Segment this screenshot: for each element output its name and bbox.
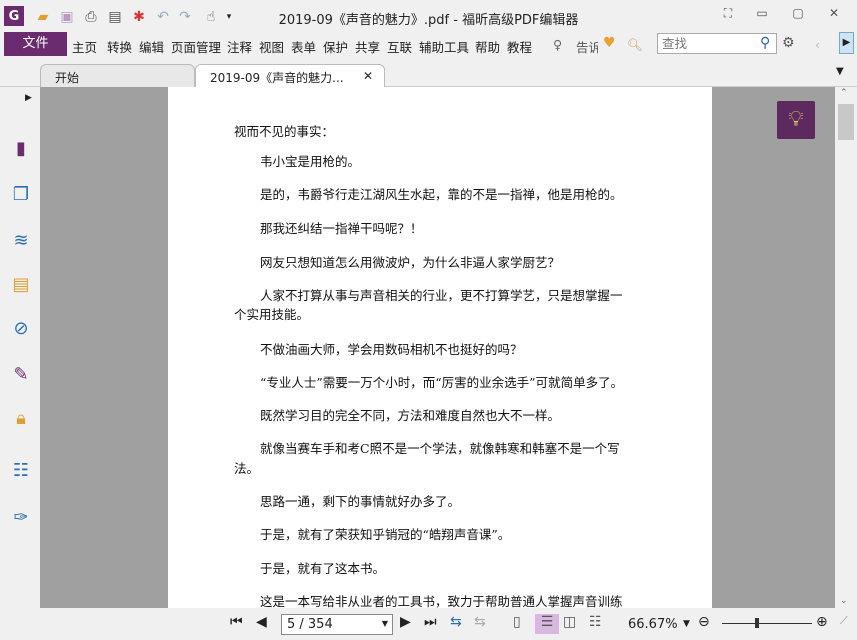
document-paragraph-line: 既然学习目的完全不同，方法和难度自然也大不一样。 <box>260 408 561 423</box>
ribbon-scroll-left-icon[interactable]: ‹ <box>815 37 820 52</box>
document-paragraph-line: 人家不打算从事与声音相关的行业，更不打算学艺，只是想掌握一 <box>260 288 623 303</box>
document-paragraph-line: 那我还纠结一指禅干吗呢？！ <box>260 221 423 236</box>
document-paragraph-line: 于是，就有了这本书。 <box>260 561 386 576</box>
last-page-icon[interactable]: ⏭ <box>424 614 437 634</box>
zoom-level[interactable]: 66.67% <box>628 617 678 632</box>
tab-document-label: 2019-09《声音的魅力... <box>210 71 344 85</box>
menu-page-organize[interactable]: 页面管理 <box>171 37 221 56</box>
page-thumbnails-icon[interactable]: ▮ <box>9 138 33 162</box>
menu-comment[interactable]: 注释 <box>227 37 252 56</box>
zoom-dropdown-icon[interactable]: ▼ <box>683 619 690 639</box>
document-paragraph-line: 思路一通，剩下的事情就好办多了。 <box>260 494 461 509</box>
menu-edit[interactable]: 编辑 <box>139 37 164 56</box>
lightbulb-icon[interactable]: ♀ <box>553 37 562 52</box>
expand-panel-icon[interactable]: ▶ <box>25 93 32 103</box>
close-tab-icon[interactable]: ✕ <box>363 69 373 83</box>
tab-document[interactable]: 2019-09《声音的魅力... <box>195 64 385 87</box>
customize-dropdown-icon[interactable]: ▾ <box>220 8 238 26</box>
settings-gear-icon[interactable]: ⚙ <box>782 35 795 51</box>
page-number-input[interactable]: 5 / 354 ▼ <box>281 614 393 635</box>
document-paragraph-line: 是的，韦爵爷行走江湖风生水起，靠的不是一指禅，他是用枪的。 <box>260 187 623 202</box>
menu-accessibility[interactable]: 辅助工具 <box>419 37 469 56</box>
minimize-button[interactable]: ▭ <box>750 6 774 24</box>
scroll-up-icon[interactable]: ⌃ <box>840 88 848 98</box>
document-paragraph-line: 于是，就有了荣获知乎销冠的“皓翔声音课”。 <box>260 527 511 542</box>
next-page-icon[interactable]: ▶ <box>400 614 411 634</box>
tab-list-dropdown-icon[interactable]: ▼ <box>836 66 844 77</box>
signature-icon[interactable]: ✎ <box>9 364 33 388</box>
page-number-value: 5 / 354 <box>287 617 333 632</box>
continuous-facing-icon[interactable]: ☷ <box>589 614 602 634</box>
undo-icon[interactable]: ↶ <box>154 8 172 26</box>
redo-icon[interactable]: ↷ <box>176 8 194 26</box>
menu-view[interactable]: 视图 <box>259 37 284 56</box>
pdf-page: 视而不见的事实： 韦小宝是用枪的。是的，韦爵爷行走江湖风生水起，靠的不是一指禅，他… <box>168 87 712 608</box>
vertical-scrollbar[interactable] <box>835 87 857 608</box>
zoom-out-icon[interactable]: ⊖ <box>698 614 710 634</box>
hand-tool-icon[interactable]: ☝ <box>202 8 220 26</box>
new-icon[interactable]: ✱ <box>130 8 148 26</box>
app-logo-icon: G <box>4 6 24 26</box>
next-view-icon[interactable]: ⇆ <box>474 614 486 634</box>
menu-share[interactable]: 共享 <box>355 37 380 56</box>
find-folder-icon[interactable]: 🔍︎ <box>627 37 643 53</box>
print-icon[interactable]: ⎙ <box>82 8 100 26</box>
document-paragraph-line: 网友只想知道怎么用微波炉，为什么非逼人家学厨艺？ <box>260 255 561 270</box>
attachments-icon[interactable]: ⊘ <box>9 318 33 342</box>
menu-protect[interactable]: 保护 <box>323 37 348 56</box>
document-paragraph-line: 这是一本写给非从业者的工具书，致力于帮助普通人掌握声音训练 <box>260 594 623 608</box>
certify-icon[interactable]: ✑ <box>9 507 33 531</box>
scroll-down-icon[interactable]: ⌄ <box>840 596 848 606</box>
menu-help[interactable]: 帮助 <box>475 37 500 56</box>
feedback-heart-icon[interactable]: ♥ <box>603 35 616 51</box>
tips-lightbulb-button[interactable]: 💡︎ <box>777 101 815 139</box>
save-icon[interactable]: ▣ <box>58 8 76 26</box>
zoom-slider[interactable] <box>722 623 812 624</box>
zoom-in-icon[interactable]: ⊕ <box>816 614 828 634</box>
page-dropdown-icon[interactable]: ▼ <box>382 619 388 628</box>
document-paragraph-line: 不做油画大师，学会用数码相机不也挺好的吗？ <box>260 342 523 357</box>
previous-view-icon[interactable]: ⇆ <box>450 614 462 634</box>
resize-grip-icon[interactable]: ⟋ <box>840 614 848 634</box>
pages-icon[interactable]: ❐ <box>9 184 33 208</box>
tab-start[interactable]: 开始 <box>40 64 195 87</box>
menu-connect[interactable]: 互联 <box>387 37 412 56</box>
previous-page-icon[interactable]: ◀ <box>256 614 267 634</box>
document-viewer: 视而不见的事实： 韦小宝是用枪的。是的，韦爵爷行走江湖风生水起，靠的不是一指禅，他… <box>40 87 835 608</box>
search-icon[interactable]: ⚲ <box>760 35 770 51</box>
layers-icon[interactable]: ≋ <box>9 230 33 254</box>
menu-home[interactable]: 主页 <box>72 37 97 56</box>
single-page-icon[interactable]: ▯ <box>513 614 521 634</box>
first-page-icon[interactable]: ⏮ <box>230 614 243 634</box>
comments-icon[interactable]: ▤ <box>9 274 33 298</box>
document-paragraph-line: 韦小宝是用枪的。 <box>260 154 361 169</box>
maximize-button[interactable]: ▢ <box>786 6 810 24</box>
document-paragraph-line: 视而不见的事实： <box>234 124 335 139</box>
ribbon-scroll-right-button[interactable]: ▶ <box>839 32 854 54</box>
security-lock-icon[interactable]: 🔒︎ <box>9 408 33 432</box>
menu-form[interactable]: 表单 <box>291 37 316 56</box>
menu-tutorial[interactable]: 教程 <box>507 37 532 56</box>
document-paragraph-line: 个实用技能。 <box>234 307 310 322</box>
tell-me[interactable]: 告诉 <box>576 37 598 56</box>
fullscreen-icon[interactable]: ⛶ <box>716 6 740 24</box>
continuous-page-icon[interactable]: ☰ <box>535 614 559 634</box>
close-button[interactable]: ✕ <box>822 6 846 24</box>
zoom-slider-handle[interactable] <box>755 618 759 628</box>
form-fields-icon[interactable]: ☷ <box>9 460 33 484</box>
document-paragraph-line: 就像当赛车手和考C照不是一个学法，就像韩寒和韩塞不是一个写 <box>260 441 620 456</box>
file-menu[interactable]: 文件 <box>4 32 67 56</box>
open-icon[interactable]: ▰ <box>34 8 52 26</box>
search-input[interactable] <box>657 33 777 54</box>
properties-icon[interactable]: ▤ <box>106 8 124 26</box>
document-paragraph-line: “专业人士”需要一万个小时，而“厉害的业余选手”可就简单多了。 <box>260 375 624 390</box>
scrollbar-thumb[interactable] <box>838 104 854 140</box>
facing-page-icon[interactable]: ◫ <box>563 614 576 634</box>
menu-convert[interactable]: 转换 <box>107 37 132 56</box>
document-paragraph-line: 法。 <box>234 461 260 476</box>
